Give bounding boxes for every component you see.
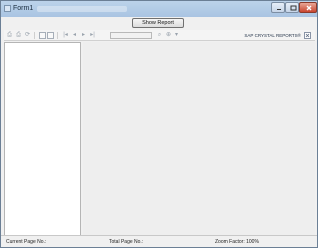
report-viewer-area[interactable] [83, 42, 315, 236]
maximize-button[interactable] [285, 2, 299, 13]
export-icon[interactable]: ⎙ [6, 32, 13, 39]
last-page-icon[interactable]: ▸| [89, 32, 96, 39]
title-bar-blur [37, 6, 127, 12]
current-page-status: Current Page No.: [6, 239, 47, 245]
show-report-button[interactable]: Show Report [132, 18, 184, 28]
print-icon[interactable]: ⎙ [15, 32, 22, 39]
minimize-icon [277, 9, 281, 10]
first-page-icon[interactable]: |◂ [62, 32, 69, 39]
refresh-icon[interactable]: ⟳ [24, 32, 31, 39]
zoom-icon[interactable]: ⊕ [165, 32, 172, 39]
toggle-parameter-panel-icon[interactable] [47, 32, 54, 39]
zoom-factor-status: Zoom Factor: 100% [215, 239, 259, 245]
close-button[interactable] [299, 2, 317, 13]
minimize-button[interactable] [271, 2, 285, 13]
previous-page-icon[interactable]: ◂ [71, 32, 78, 39]
status-bar: Current Page No.: Total Page No.: Zoom F… [1, 235, 317, 247]
goto-page-input[interactable] [110, 32, 152, 39]
toolbar-separator [34, 32, 35, 39]
toolbar-separator [57, 32, 58, 39]
sap-brand-text: SAP CRYSTAL REPORTS® [244, 33, 301, 38]
group-tree-panel[interactable] [4, 42, 81, 236]
app-icon [4, 5, 11, 12]
next-page-icon[interactable]: ▸ [80, 32, 87, 39]
sap-logo-icon [304, 32, 311, 39]
maximize-icon [290, 5, 297, 11]
close-icon [306, 5, 312, 11]
chevron-down-icon[interactable]: ▾ [173, 32, 180, 39]
search-icon[interactable]: ⌕ [156, 32, 163, 39]
application-window: Form1 Show Report ⎙ ⎙ ⟳ |◂ ◂ ▸ ▸| ⌕ ⊕ ▾ … [0, 0, 318, 248]
toggle-tree-icon[interactable] [39, 32, 46, 39]
form-client-area: Show Report ⎙ ⎙ ⟳ |◂ ◂ ▸ ▸| ⌕ ⊕ ▾ SAP CR… [4, 17, 315, 245]
title-bar[interactable]: Form1 [1, 1, 317, 17]
total-page-status: Total Page No.: [109, 239, 144, 245]
report-viewer-toolbar: ⎙ ⎙ ⟳ |◂ ◂ ▸ ▸| ⌕ ⊕ ▾ SAP CRYSTAL REPORT… [4, 30, 315, 41]
window-title: Form1 [13, 5, 34, 12]
